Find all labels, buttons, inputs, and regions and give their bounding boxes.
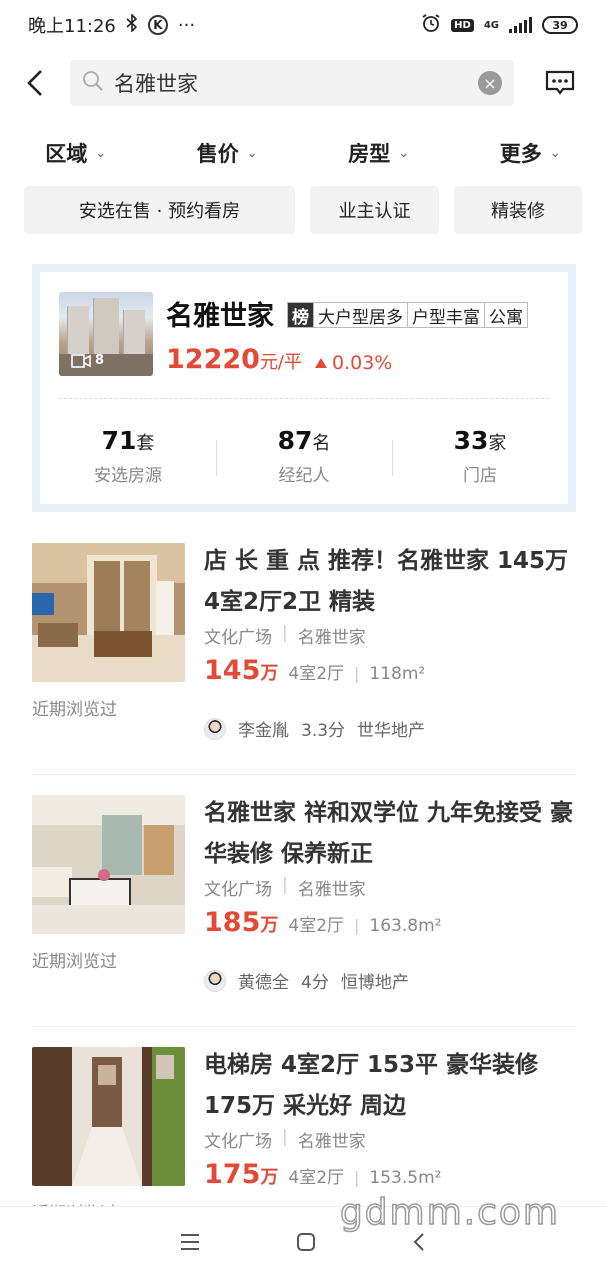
menu-icon[interactable] <box>180 1233 200 1255</box>
filter-bar: 区域 ⌄ 售价 ⌄ 房型 ⌄ 更多 ⌄ <box>0 132 606 174</box>
back-button[interactable] <box>0 58 70 108</box>
listing-photo[interactable] <box>32 795 185 934</box>
card-divider <box>59 398 549 399</box>
search-query[interactable]: 名雅世家 <box>114 68 478 98</box>
listing-location: 文化广场 | 名雅世家 <box>204 875 366 900</box>
chevron-down-icon: ⌄ <box>398 145 410 161</box>
community-tags: 榜 大户型居多 户型丰富 公寓 <box>287 302 528 328</box>
hd-badge: HD <box>451 18 474 32</box>
video-badge: 8 <box>71 353 104 368</box>
listing-price: 145万 <box>204 655 279 686</box>
community-photo[interactable]: 8 <box>59 292 153 376</box>
listing-title[interactable]: 电梯房 4室2厅 153平 豪华装修 175万 采光好 周边 <box>204 1045 584 1127</box>
video-icon <box>71 353 91 368</box>
listing-price-row: 145万 4室2厅 | 118m² <box>204 655 426 686</box>
bluetooth-icon <box>126 12 138 37</box>
listing-area: 118m² <box>369 664 426 684</box>
agent-name: 李金胤 <box>238 721 289 741</box>
status-bar: 晚上11:26 K ··· HD 4G 39 <box>0 0 606 50</box>
clear-search-button[interactable]: × <box>478 71 502 95</box>
community-card[interactable]: 8 名雅世家 榜 大户型居多 户型丰富 公寓 12220元/平 0.03% 71… <box>32 264 576 512</box>
watermark: gdmm.com <box>339 1191 560 1234</box>
listing-location: 文化广场 | 名雅世家 <box>204 1127 366 1152</box>
agent-company: 世华地产 <box>357 721 426 741</box>
filter-more[interactable]: 更多 ⌄ <box>455 132 606 174</box>
filter-layout[interactable]: 房型 ⌄ <box>303 132 455 174</box>
listing-rooms: 4室2厅 <box>288 916 345 936</box>
community-stats: 71套 安选房源 87名 经纪人 33家 门店 <box>40 426 568 486</box>
back-arrow-icon <box>27 70 42 96</box>
chevron-down-icon: ⌄ <box>95 145 107 161</box>
listing-title[interactable]: 店 长 重 点 推荐！名雅世家 145万 4室2厅2卫 精装 <box>204 541 584 623</box>
tag-verified-on-sale[interactable]: 安选在售 · 预约看房 <box>24 186 295 234</box>
network-label: 4G <box>483 19 499 31</box>
recently-viewed-label: 近期浏览过 <box>32 952 117 972</box>
message-icon <box>545 70 575 95</box>
triangle-up-icon <box>315 358 327 368</box>
tag-fine-decoration[interactable]: 精装修 <box>454 186 582 234</box>
community-price: 12220元/平 <box>166 344 303 375</box>
stat-listings[interactable]: 71套 安选房源 <box>40 426 216 486</box>
chevron-down-icon: ⌄ <box>246 145 258 161</box>
listing-card[interactable]: 近期浏览过 店 长 重 点 推荐！名雅世家 145万 4室2厅2卫 精装 文化广… <box>0 543 606 795</box>
listing-area: 153.5m² <box>369 1168 442 1188</box>
agent-score: 3.3分 <box>301 721 346 741</box>
listing-photo[interactable] <box>32 543 185 682</box>
recently-viewed-label: 近期浏览过 <box>32 700 117 720</box>
listing-price-row: 175万 4室2厅 | 153.5m² <box>204 1159 442 1190</box>
alarm-icon <box>421 13 441 37</box>
filter-price[interactable]: 售价 ⌄ <box>152 132 304 174</box>
chevron-down-icon: ⌄ <box>549 145 561 161</box>
stat-stores[interactable]: 33家 门店 <box>392 426 568 486</box>
listing-price: 185万 <box>204 907 279 938</box>
agent-name: 黄德全 <box>238 973 289 993</box>
avatar <box>204 717 226 740</box>
listing-title[interactable]: 名雅世家 祥和双学位 九年免接受 豪华装修 保养新正 <box>204 793 584 875</box>
avatar <box>204 969 226 992</box>
price-change: 0.03% <box>314 352 392 374</box>
listing-rooms: 4室2厅 <box>288 1168 345 1188</box>
message-button[interactable] <box>514 58 606 108</box>
community-name: 名雅世家 <box>166 301 274 332</box>
status-time: 晚上11:26 <box>28 16 116 37</box>
search-header: 名雅世家 × <box>0 58 606 108</box>
community-tag: 大户型居多 <box>314 303 408 328</box>
battery-icon: 39 <box>542 16 578 34</box>
back-nav-icon[interactable] <box>412 1232 426 1256</box>
listing-location: 文化广场 | 名雅世家 <box>204 623 366 648</box>
listing-divider <box>32 1026 576 1027</box>
agent-row[interactable]: 黄德全 4分 恒博地产 <box>204 968 409 993</box>
signal-icon <box>509 17 532 33</box>
agent-row[interactable]: 李金胤 3.3分 世华地产 <box>204 716 425 741</box>
search-input[interactable]: 名雅世家 × <box>70 60 514 106</box>
listing-price-row: 185万 4室2厅 | 163.8m² <box>204 907 442 938</box>
listing-area: 163.8m² <box>369 916 442 936</box>
listing-price: 175万 <box>204 1159 279 1190</box>
community-tag: 公寓 <box>489 307 523 328</box>
rank-badge[interactable]: 榜 <box>288 303 314 328</box>
agent-company: 恒博地产 <box>340 973 409 993</box>
listing-rooms: 4室2厅 <box>288 664 345 684</box>
listing-divider <box>32 774 576 775</box>
agent-score: 4分 <box>301 973 329 993</box>
k-app-icon: K <box>147 15 168 35</box>
more-status-icon: ··· <box>177 14 196 36</box>
tag-owner-verified[interactable]: 业主认证 <box>310 186 439 234</box>
listing-card[interactable]: 近期浏览过 名雅世家 祥和双学位 九年免接受 豪华装修 保养新正 文化广场 | 名雅… <box>0 795 606 1047</box>
quick-tag-row: 安选在售 · 预约看房 业主认证 精装修 <box>0 186 606 234</box>
home-icon[interactable] <box>296 1232 316 1256</box>
stat-agents[interactable]: 87名 经纪人 <box>216 426 392 486</box>
listing-photo[interactable] <box>32 1047 185 1186</box>
filter-area[interactable]: 区域 ⌄ <box>0 132 152 174</box>
community-tag: 户型丰富 <box>408 303 485 328</box>
search-icon <box>82 70 104 96</box>
